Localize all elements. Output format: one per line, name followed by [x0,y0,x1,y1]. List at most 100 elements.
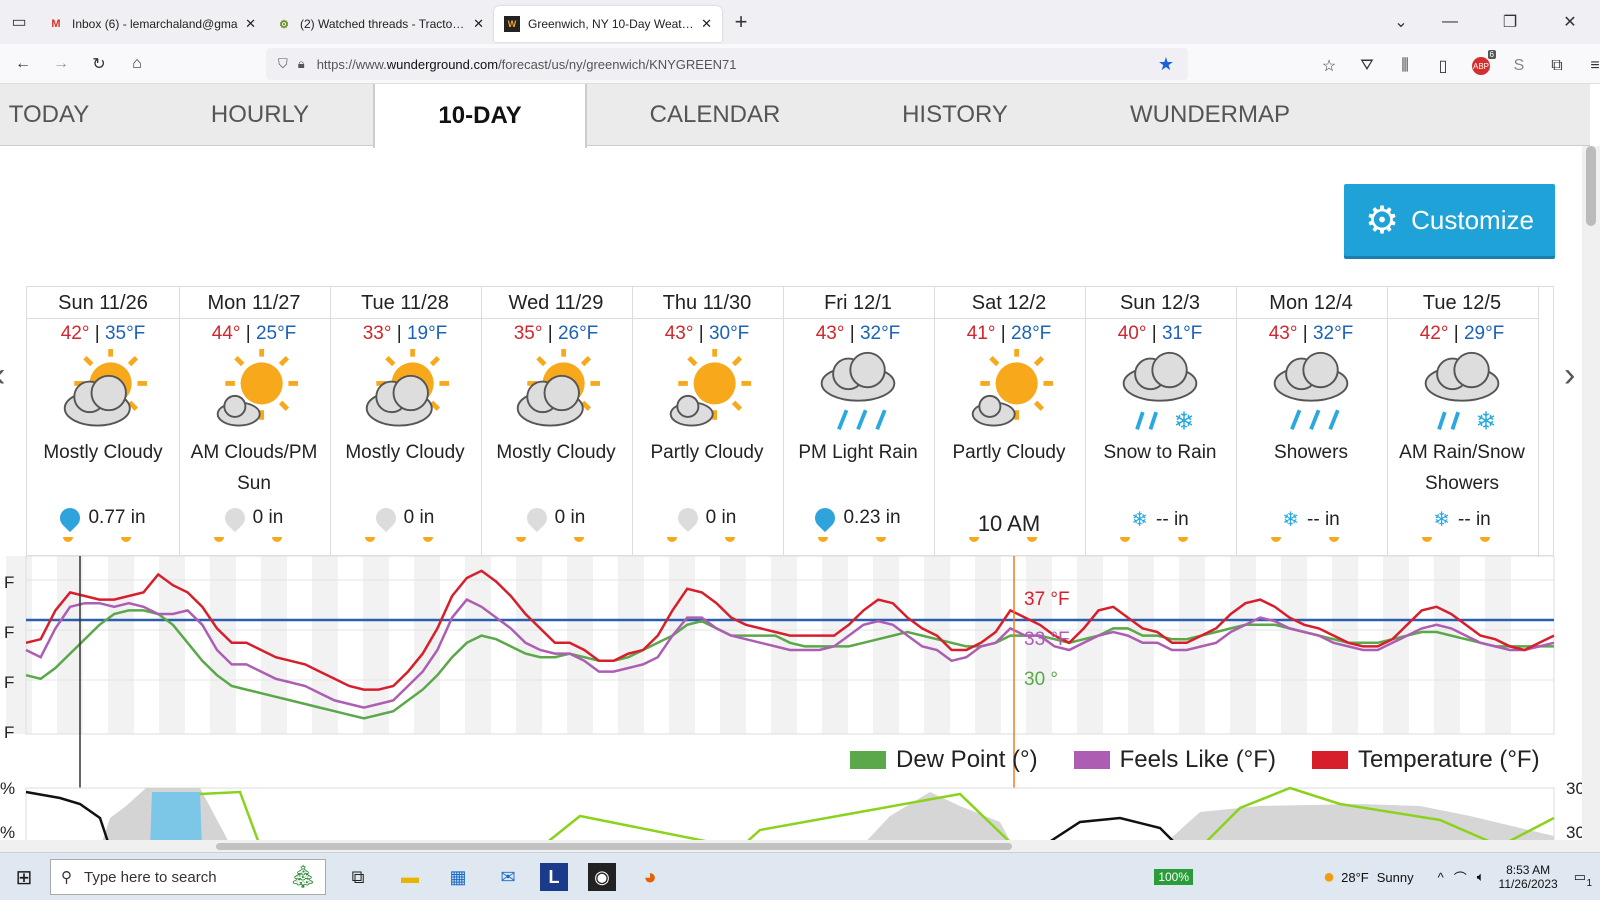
tab-calendar[interactable]: CALENDAR [630,84,800,146]
scrollbar-thumb[interactable] [216,843,1012,850]
weather-condition[interactable]: Sunny [1377,870,1414,885]
hover-feels-label: 33 °F [1024,629,1070,650]
tab-wundermap[interactable]: WUNDERMAP [1120,84,1300,146]
forecast-day-0[interactable]: Sun 11/26 42° | 35°F Mostly Cloudy 0.77 … [27,287,180,557]
url-bar[interactable]: ⛉ 🔒︎ https://www.wunderground.com/foreca… [266,48,1188,80]
reload-icon[interactable]: ↻ [80,46,118,82]
notification-icon[interactable]: ▭ 1 [1574,869,1592,889]
extensions-icon[interactable]: ⧉ [1538,48,1576,84]
day-condition: AM Clouds/PM Sun [190,442,318,494]
raindrop-icon [56,503,85,533]
day-date: Mon 11/27 [178,287,330,319]
mostly-cloudy-icon [27,349,179,437]
day-temps: 40° | 31°F [1117,323,1203,344]
night-shade [669,556,695,734]
clock[interactable]: 8:53 AM 11/26/2023 [1499,863,1558,891]
rain-snow-icon: ❄ [1084,349,1236,437]
snowflake-icon: ❄ [1282,509,1300,531]
sun-rise-set-markers [63,537,131,542]
file-explorer-icon[interactable]: ▬ [396,863,424,891]
rain-icon [1235,349,1387,437]
firefox-icon[interactable]: ◕ [636,863,664,891]
menu-icon[interactable]: ≡ [1576,48,1600,84]
app-l-icon[interactable]: L [540,863,568,891]
task-view-icon[interactable]: ⧉ [344,863,372,891]
home-icon[interactable]: ⌂ [118,46,156,82]
forecast-day-6[interactable]: Sat 12/2 41° | 28°F Partly Cloudy 10 AM [933,287,1086,557]
tab-10-day[interactable]: 10-DAY [373,84,587,148]
day-condition: Mostly Cloudy [43,442,163,463]
sun-rise-set-markers [969,537,1037,542]
tab-today[interactable]: TODAY [0,84,98,146]
day-date: Sun 11/26 [27,287,179,319]
customize-button[interactable]: ⚙ Customize [1344,184,1555,256]
chevron-up-icon[interactable]: ^ [1438,870,1444,885]
forecast-day-8[interactable]: Mon 12/4 43° | 32°F Showers ❄ -- in [1235,287,1388,557]
weather-temp[interactable]: 28°F [1341,870,1369,885]
night-shade [108,556,134,734]
forecast-day-3[interactable]: Wed 11/29 35° | 26°F Mostly Cloudy 0 in [480,287,633,557]
forward-icon[interactable]: → [42,46,80,82]
day-temps: 44° | 25°F [211,323,297,344]
close-tab-icon[interactable]: ✕ [701,16,712,32]
mail-icon[interactable]: ✉ [494,863,522,891]
close-tab-icon[interactable]: ✕ [473,16,484,32]
night-shade [567,556,593,734]
pocket-icon[interactable]: ⛛ [1348,48,1386,84]
forecast-day-5[interactable]: Fri 12/1 43° | 32°F PM Light Rain 0.23 i… [782,287,935,557]
night-shade [1230,556,1256,734]
tab-history[interactable]: HISTORY [885,84,1025,146]
tractorbynet-icon: ⚙ [279,18,289,31]
legend-temperature[interactable]: Temperature (°F) [1311,746,1540,774]
store-icon[interactable]: ▦ [444,863,472,891]
forecast-day-7[interactable]: Sun 12/3 40° | 31°F ❄ Snow to Rain ❄ -- i… [1084,287,1237,557]
vertical-scrollbar[interactable] [1582,146,1600,852]
scroll-right-arrow[interactable]: › [1564,356,1575,395]
minimize-icon[interactable]: — [1420,4,1480,40]
forecast-day-2[interactable]: Tue 11/28 33° | 19°F Mostly Cloudy 0 in [329,287,482,557]
close-window-icon[interactable]: ✕ [1540,4,1600,40]
horizontal-scrollbar[interactable] [0,840,1582,852]
adblock-icon[interactable]: ABP 6 [1462,48,1500,84]
legend-dew-point[interactable]: Dew Point (°) [850,746,1038,774]
legend-feels-like[interactable]: Feels Like (°F) [1073,746,1276,774]
gear-icon: ⚙ [1365,199,1400,242]
scroll-left-arrow[interactable]: ‹ [0,356,5,395]
sidebar-icon[interactable]: ▯ [1424,48,1462,84]
forecast-day-1[interactable]: Mon 11/27 44° | 25°F AM Clouds/PM Sun 0 … [178,287,331,557]
camera-app-icon[interactable]: ◉ [588,863,616,891]
day-date: Tue 12/5 [1386,287,1538,319]
day-condition: Partly Cloudy [650,442,764,463]
library-icon[interactable]: ⫼ [1386,48,1424,84]
windows-start-icon[interactable]: ⊞ [10,863,38,891]
day-temps: 42° | 29°F [1419,323,1505,344]
tab-hourly[interactable]: HOURLY [190,84,330,146]
browser-tab-tractorbynet[interactable]: ⚙ (2) Watched threads - TractorBy ✕ [266,6,494,42]
forecast-day-9[interactable]: Tue 12/5 42° | 29°F ❄ AM Rain/Snow Showe… [1386,287,1539,557]
axis-label: F [4,723,14,742]
forecast-day-4[interactable]: Thu 11/30 43° | 30°F Partly Cloudy 0 in [631,287,784,557]
chevron-down-icon[interactable]: ⌄ [1382,4,1420,40]
back-icon[interactable]: ← [4,46,42,82]
day-precip: 0 in [329,503,481,533]
battery-indicator[interactable]: 100% [1154,869,1194,885]
day-date: Sun 12/3 [1084,287,1236,319]
taskbar-search-input[interactable]: ⚲ Type here to search 🎄︎ [50,859,326,895]
restore-icon[interactable]: ❐ [1480,4,1540,40]
volume-icon[interactable]: 🔈︎ [1477,869,1485,885]
script-extension-icon[interactable]: S [1500,48,1538,84]
day-condition: Snow to Rain [1103,442,1217,463]
new-tab-button[interactable]: + [722,4,760,40]
browser-tab-gmail[interactable]: M Inbox (6) - lemarchaland@gma ✕ [38,6,266,42]
pocket-save-icon[interactable]: ☆ [1310,48,1348,84]
sun-rise-set-markers [516,537,584,542]
forecast-graph: 37 °F33 °F30 °74%FFFF%%3030 [0,556,1585,848]
network-icon[interactable]: ⌒ [1454,868,1467,887]
tab-list-icon[interactable]: ▭ [0,4,38,40]
browser-tab-weather[interactable]: W Greenwich, NY 10-Day Weather ✕ [494,6,722,42]
sun-rise-set-markers [1120,537,1188,542]
scrollbar-thumb[interactable] [1586,146,1596,226]
bookmark-star-icon[interactable]: ★ [1158,54,1174,75]
lock-icon: 🔒︎ [297,56,305,71]
close-tab-icon[interactable]: ✕ [245,16,256,32]
